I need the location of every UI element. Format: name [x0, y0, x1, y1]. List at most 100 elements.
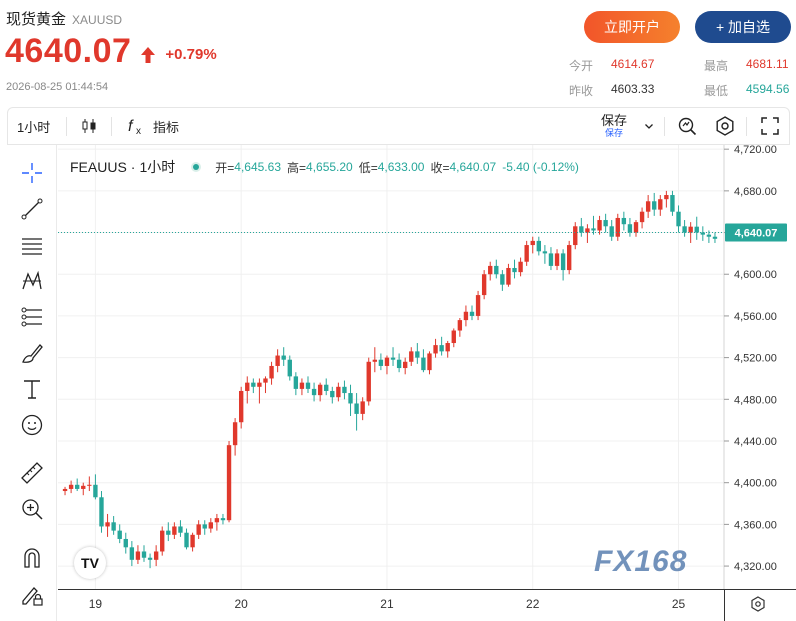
- candle-body: [579, 226, 584, 233]
- lock-drawings-tool[interactable]: [19, 582, 45, 608]
- ohlc-legend: FEAUUS · 1小时 开= 4,645.63 高= 4,655.20 低= 4,6…: [70, 159, 579, 175]
- stat-high-value: 4681.11: [746, 57, 789, 71]
- save-button[interactable]: 保存 保存: [594, 113, 634, 139]
- add-watchlist-button[interactable]: + 加自选: [695, 11, 791, 43]
- trend-line-tool[interactable]: [19, 196, 45, 222]
- indicators-label: 指标: [153, 119, 180, 135]
- candle-body: [457, 320, 463, 331]
- price-change-percent: +0.79%: [165, 46, 217, 63]
- y-tick-label: 4,320.00: [734, 561, 777, 573]
- zoom-in-tool[interactable]: [19, 496, 45, 522]
- candle-body: [184, 532, 189, 548]
- text-icon: [24, 380, 40, 399]
- candle-body: [372, 359, 378, 362]
- stat-prev-close-value: 4603.33: [611, 82, 655, 96]
- candle-body: [530, 240, 535, 246]
- magnet-tool[interactable]: [19, 544, 45, 570]
- candle-body: [512, 267, 517, 273]
- candle-body: [281, 355, 286, 360]
- legend-symbol: FEAUUS: [70, 159, 127, 175]
- candle-body: [178, 526, 183, 533]
- chart-type-button[interactable]: [80, 108, 98, 144]
- arrow-up-icon: [141, 46, 156, 63]
- settings-button[interactable]: [714, 108, 736, 144]
- y-tick-label: 4,680.00: [734, 186, 777, 198]
- chart-toolbar: 1小时 f x 指标 保存 保存: [7, 107, 790, 145]
- brush-tool[interactable]: [19, 340, 45, 366]
- quick-search-button[interactable]: [676, 108, 698, 144]
- price-chart[interactable]: 4,720.004,680.004,640.004,600.004,560.00…: [58, 144, 796, 621]
- candle-body: [172, 526, 177, 535]
- candle-body: [81, 485, 86, 489]
- chart-grid: [58, 145, 724, 589]
- candle-body: [305, 382, 311, 389]
- x-tick-label: 20: [235, 597, 249, 611]
- candle-body: [463, 311, 469, 321]
- candle-body: [621, 217, 627, 225]
- save-sub-label: 保存: [604, 128, 623, 138]
- price-axis[interactable]: 4,720.004,680.004,640.004,600.004,560.00…: [723, 144, 777, 589]
- settings-icon: [716, 116, 734, 136]
- candle-body: [433, 345, 438, 354]
- tradingview-logo[interactable]: TV: [74, 547, 106, 579]
- candle-body: [390, 357, 396, 360]
- candle-body: [342, 386, 347, 394]
- candle-body: [111, 522, 116, 531]
- ruler-icon: [21, 462, 43, 484]
- ruler-tool[interactable]: [19, 460, 45, 486]
- candle-body: [293, 376, 299, 389]
- candle-body: [439, 345, 444, 352]
- candle-body: [378, 359, 384, 366]
- text-tool[interactable]: [19, 376, 45, 402]
- fullscreen-button[interactable]: [760, 108, 780, 144]
- candle-body: [560, 253, 566, 271]
- candle-body: [360, 401, 365, 414]
- candle-body: [548, 253, 554, 266]
- candle-body: [336, 386, 341, 398]
- interval-selector[interactable]: 1小时: [17, 108, 50, 144]
- axis-settings-button[interactable]: [751, 596, 765, 612]
- quote-timestamp: 2026-08-25 01:44:54: [6, 81, 109, 93]
- x-tick-label: 19: [89, 597, 103, 611]
- settings-icon: [751, 596, 765, 612]
- candle-body: [506, 267, 511, 285]
- emoji-tool[interactable]: [19, 412, 45, 438]
- fx168-watermark: FX168: [594, 545, 688, 578]
- candle-body: [87, 484, 92, 486]
- candle-body: [105, 522, 110, 527]
- candle-body: [62, 488, 68, 492]
- open-account-button[interactable]: 立即开户: [584, 11, 680, 43]
- fib-tool[interactable]: [19, 304, 45, 330]
- trend-line-icon: [21, 198, 43, 220]
- market-status-dot: [191, 162, 202, 172]
- magnet-icon: [24, 548, 40, 568]
- candle-body: [68, 484, 74, 489]
- candle-body: [74, 484, 80, 489]
- candle-body: [542, 251, 548, 254]
- stat-open: 今开 4614.67: [569, 57, 655, 73]
- save-menu-toggle[interactable]: [644, 108, 654, 144]
- candle-body: [700, 232, 706, 235]
- crosshair-tool[interactable]: [19, 160, 45, 186]
- candle-body: [396, 359, 402, 369]
- candle-body: [166, 530, 171, 535]
- save-label: 保存: [600, 113, 627, 128]
- indicators-button[interactable]: f x 指标: [126, 108, 179, 144]
- instrument-symbol: XAUUSD: [72, 13, 123, 27]
- candle-body: [366, 361, 371, 402]
- time-axis[interactable]: 19 20 21 22 25: [58, 589, 796, 621]
- candle-body: [324, 384, 329, 391]
- pattern-tool[interactable]: [19, 268, 45, 294]
- candle-body: [330, 390, 335, 398]
- candle-body: [518, 261, 523, 273]
- candle-body: [348, 393, 353, 404]
- quote-header: 现货黄金 XAUUSD 4640.07 +0.79% 2026-08-25 01…: [0, 0, 796, 107]
- quick-search-icon: [678, 117, 697, 136]
- candle-body: [524, 245, 529, 262]
- candle-body: [263, 378, 268, 383]
- horizontal-lines-tool[interactable]: [19, 232, 45, 258]
- fullscreen-icon: [761, 117, 779, 135]
- candle-body: [196, 524, 201, 535]
- candle-body: [488, 265, 493, 275]
- candle-body: [409, 351, 414, 362]
